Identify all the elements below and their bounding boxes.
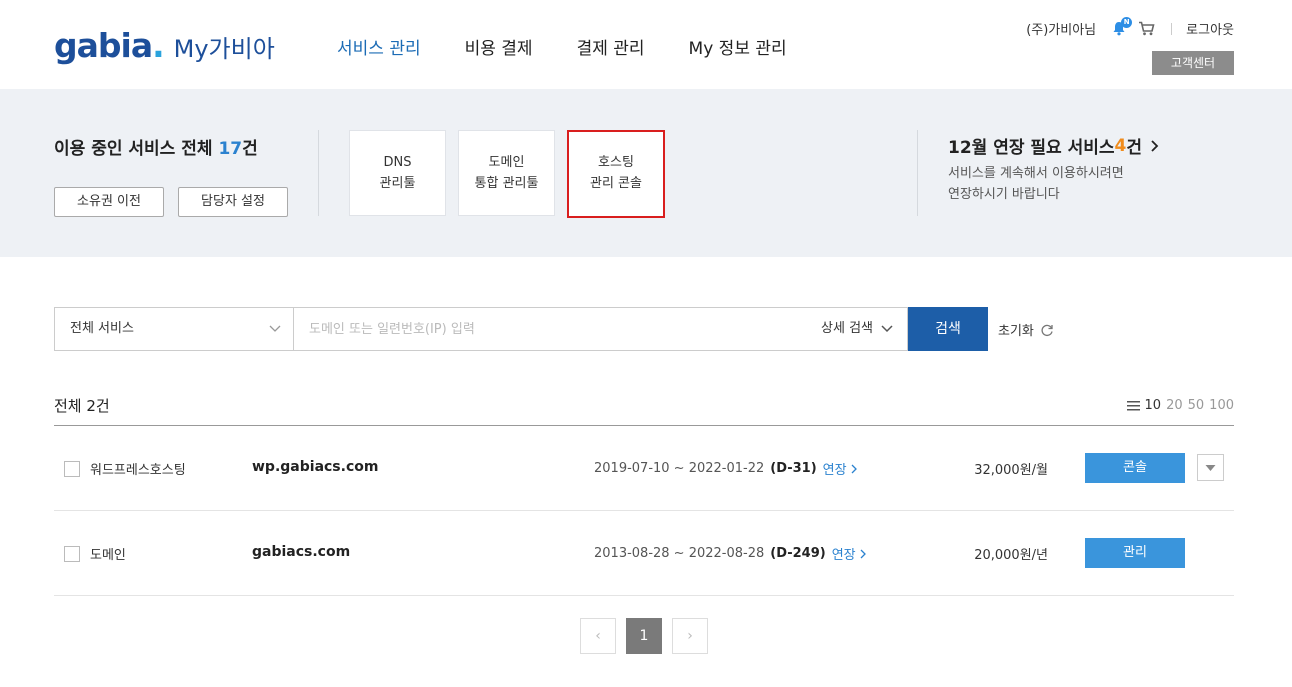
chevron-right-icon bbox=[851, 464, 857, 474]
table-row: 워드프레스호스팅 wp.gabiacs.com 2019-07-10 ~ 202… bbox=[54, 426, 1234, 511]
extend-link[interactable]: 연장 bbox=[823, 459, 858, 478]
card-line: 관리툴 bbox=[379, 176, 416, 191]
divider bbox=[318, 130, 319, 216]
price: 32,000원/월 bbox=[974, 463, 1048, 478]
next-page-button[interactable]: › bbox=[672, 618, 708, 654]
header: gabia. My가비아 서비스 관리 비용 결제 결제 관리 My 정보 관리… bbox=[0, 0, 1292, 89]
nav-payment-management[interactable]: 결제 관리 bbox=[577, 34, 645, 59]
bell-icon[interactable]: N bbox=[1112, 17, 1133, 36]
list-count: 전체 2건 bbox=[54, 397, 110, 415]
page-number-button[interactable]: 1 bbox=[626, 618, 662, 654]
advanced-search-toggle[interactable]: 상세 검색 bbox=[821, 308, 893, 350]
manager-setting-button[interactable]: 담당자 설정 bbox=[178, 187, 288, 217]
logo-mark: gabia. bbox=[54, 26, 165, 65]
chevron-right-icon bbox=[1151, 139, 1159, 152]
search-field: 상세 검색 bbox=[294, 307, 908, 351]
owner-transfer-button[interactable]: 소유권 이전 bbox=[54, 187, 164, 217]
row-divider bbox=[54, 595, 1234, 596]
domain-tool-card[interactable]: 도메인 통합 관리툴 bbox=[458, 130, 555, 216]
notification-badge: N bbox=[1121, 17, 1133, 28]
service-total-label: 이용 중인 서비스 전체 bbox=[54, 139, 219, 159]
renewal-desc-line: 연장하시기 바랍니다 bbox=[948, 187, 1060, 202]
search-button[interactable]: 검색 bbox=[908, 307, 988, 351]
search-bar: 전체 서비스 상세 검색 검색 bbox=[54, 307, 988, 351]
company-name: (주)가비아님 bbox=[1026, 23, 1097, 38]
renewal-notice[interactable]: 12월 연장 필요 서비스 4건 bbox=[948, 133, 1162, 158]
dns-tool-card[interactable]: DNS 관리툴 bbox=[349, 130, 446, 216]
page-size-20[interactable]: 20 bbox=[1166, 398, 1183, 413]
chevron-down-icon bbox=[881, 325, 893, 333]
renewal-desc-line: 서비스를 계속해서 이용하시려면 bbox=[948, 166, 1124, 181]
extend-label: 연장 bbox=[822, 463, 847, 478]
period-range: 2013-08-28 ~ 2022-08-28 bbox=[594, 546, 765, 561]
advanced-search-label: 상세 검색 bbox=[821, 321, 873, 336]
domain-name: gabiacs.com bbox=[252, 544, 351, 560]
nav-my-info[interactable]: My 정보 관리 bbox=[689, 34, 787, 59]
service-total-unit: 건 bbox=[242, 139, 258, 159]
d-day: (D-31) bbox=[770, 461, 817, 476]
nav-service-management[interactable]: 서비스 관리 bbox=[337, 34, 421, 59]
card-line: 호스팅 bbox=[598, 155, 634, 170]
row-checkbox[interactable] bbox=[64, 461, 80, 477]
nav-billing[interactable]: 비용 결제 bbox=[465, 34, 533, 59]
renewal-label: 12월 연장 필요 서비스 bbox=[948, 138, 1115, 158]
main-nav: 서비스 관리 비용 결제 결제 관리 My 정보 관리 bbox=[337, 34, 831, 59]
service-total-count: 17 bbox=[218, 139, 243, 159]
triangle-down-icon bbox=[1205, 464, 1216, 471]
row-menu-toggle[interactable] bbox=[1197, 454, 1224, 481]
page-size-100[interactable]: 100 bbox=[1209, 398, 1234, 413]
period-range: 2019-07-10 ~ 2022-01-22 bbox=[594, 461, 765, 476]
page-size-10[interactable]: 10 bbox=[1145, 398, 1162, 413]
card-line: 도메인 bbox=[488, 155, 525, 170]
card-line: 관리 콘솔 bbox=[590, 176, 642, 191]
page-size-50[interactable]: 50 bbox=[1188, 398, 1205, 413]
service-period: 2013-08-28 ~ 2022-08-28 (D-249) 연장 bbox=[594, 544, 867, 563]
summary-band: 이용 중인 서비스 전체 17건 소유권 이전 담당자 설정 DNS 관리툴 도… bbox=[0, 89, 1292, 257]
d-day: (D-249) bbox=[770, 546, 826, 561]
service-type: 워드프레스호스팅 bbox=[90, 463, 186, 478]
logo-dot: . bbox=[152, 26, 165, 65]
extend-link[interactable]: 연장 bbox=[832, 544, 867, 563]
chevron-down-icon bbox=[269, 308, 281, 368]
card-line: 통합 관리툴 bbox=[474, 176, 539, 191]
console-button[interactable]: 콘솔 bbox=[1085, 453, 1185, 483]
divider bbox=[917, 130, 918, 216]
reset-label: 초기화 bbox=[998, 324, 1034, 339]
row-checkbox[interactable] bbox=[64, 546, 80, 562]
price: 20,000원/년 bbox=[974, 548, 1048, 563]
customer-center-button[interactable]: 고객센터 bbox=[1152, 51, 1234, 75]
extend-label: 연장 bbox=[831, 548, 856, 563]
chevron-right-icon bbox=[860, 549, 866, 559]
logo-text: gabia bbox=[54, 26, 153, 65]
renewal-unit: 건 bbox=[1126, 138, 1143, 158]
category-select[interactable]: 전체 서비스 bbox=[54, 307, 294, 351]
utility-menu: (주)가비아님 N 로그아웃 bbox=[1026, 17, 1234, 38]
renewal-count: 4 bbox=[1114, 135, 1127, 156]
table-row: 도메인 gabiacs.com 2013-08-28 ~ 2022-08-28 … bbox=[54, 511, 1234, 596]
service-type: 도메인 bbox=[90, 548, 126, 563]
page-size-selector: 10 20 50 100 bbox=[1126, 398, 1234, 413]
hosting-console-card[interactable]: 호스팅 관리 콘솔 bbox=[567, 130, 665, 218]
divider bbox=[1171, 22, 1173, 35]
domain-name: wp.gabiacs.com bbox=[252, 459, 379, 475]
manage-button[interactable]: 관리 bbox=[1085, 538, 1185, 568]
category-select-value: 전체 서비스 bbox=[70, 321, 134, 336]
prev-page-button[interactable]: ‹ bbox=[580, 618, 616, 654]
card-line: DNS bbox=[383, 155, 412, 170]
service-period: 2019-07-10 ~ 2022-01-22 (D-31) 연장 bbox=[594, 459, 858, 478]
search-input[interactable] bbox=[294, 308, 774, 350]
service-total: 이용 중인 서비스 전체 17건 bbox=[54, 134, 258, 159]
refresh-icon bbox=[1041, 324, 1053, 336]
logo[interactable]: gabia. My가비아 bbox=[54, 26, 275, 65]
cart-icon[interactable] bbox=[1138, 21, 1155, 36]
logout-link[interactable]: 로그아웃 bbox=[1186, 19, 1234, 38]
logo-subtitle: My가비아 bbox=[173, 35, 275, 63]
pagination: ‹ 1 › bbox=[580, 618, 708, 654]
list-icon bbox=[1126, 401, 1140, 411]
reset-button[interactable]: 초기화 bbox=[998, 320, 1054, 339]
renewal-description: 서비스를 계속해서 이용하시려면 연장하시기 바랍니다 bbox=[948, 163, 1124, 205]
